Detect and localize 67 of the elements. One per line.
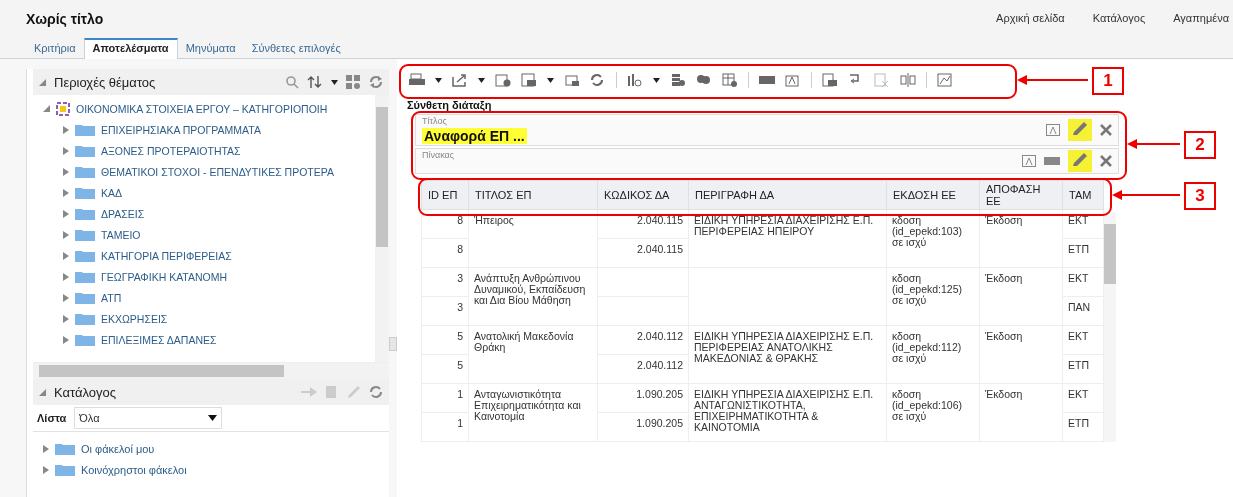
tab[interactable]: Σύνθετες επιλογές (243, 38, 349, 58)
table-cell: ΕΤΠ (1062, 238, 1104, 268)
table-cell: Ανάπτυξη Ανθρώπινου Δυναμικού, Εκπαίδευση και Δια Βίου Μάθηση (468, 267, 598, 326)
tree-item[interactable]: ΔΡΑΣΕΙΣ (101, 207, 145, 220)
table-cell: Έκδοση (979, 325, 1063, 384)
tree-item[interactable]: ΑΤΠ (101, 291, 122, 304)
tree-item[interactable]: ΑΞΟΝΕΣ ΠΡΟΤΕΡΑΙΟΤΗΤΑΣ (101, 144, 241, 157)
folder-item[interactable]: Οι φάκελοί μου (81, 442, 155, 455)
table-cell: ΕΙΔΙΚΗ ΥΠΗΡΕΣΙΑ ΔΙΑΧΕΙΡΙΣΗΣ Ε.Π. ΑΝΤΑΓΩΝΙΣΤΙΚΟΤΗΤΑ, ΕΠΙΧΕΙΡΗΜΑΤΙΚΟΤΗΤΑ & ΚΑΙΝΟΤΟΜΙΑ (688, 383, 887, 442)
table-cell: Έκδοση (979, 383, 1063, 442)
tree-item[interactable]: ΓΕΩΓΡΑΦΙΚΗ ΚΑΤΑΝΟΜΗ (101, 270, 228, 283)
table-cell: Ανταγωνιστικότητα Επιχειρηματικότητα και Καινοτομία (468, 383, 598, 442)
table-cell: Έκδοση (979, 267, 1063, 326)
tree-item[interactable]: ΕΚΧΩΡΗΣΕΙΣ (101, 312, 168, 325)
folder-item[interactable]: Κοινόχρηστοι φάκελοι (81, 463, 187, 476)
column-header[interactable]: ΤΑΜ (1062, 180, 1104, 210)
view-label: Τίτλος (422, 116, 448, 126)
table-cell: ΕΚΤ (1062, 383, 1104, 413)
column-header[interactable]: ΠΕΡΙΓΡΑΦΗ ΔΑ (688, 180, 887, 210)
table-cell: ΕΚΤ (1062, 267, 1104, 297)
table-cell: ΕΤΠ (1062, 354, 1104, 384)
tree-item[interactable]: ΚΑΔ (101, 186, 123, 199)
field-label: Λίστα (37, 412, 67, 424)
tab[interactable]: Κριτήρια (26, 38, 84, 58)
table-cell: Ανατολική Μακεδονία Θράκη (468, 325, 598, 384)
callout-number: 2 (1184, 130, 1216, 159)
table-cell: 1 (421, 383, 469, 413)
section-title: Σύνθετη διάταξη (407, 99, 493, 111)
column-header[interactable]: ID ΕΠ (421, 180, 469, 210)
table-cell: κδοση (id_epekd:106) σε ισχύ (886, 383, 980, 442)
tree-item[interactable]: ΤΑΜΕΙΟ (101, 228, 141, 241)
table-cell: 1.090.205 (597, 383, 689, 413)
table-cell: 5 (421, 325, 469, 355)
tree-item[interactable]: ΕΠΙΛΕΞΙΜΕΣ ΔΑΠΑΝΕΣ (101, 333, 217, 346)
column-header[interactable]: ΤΙΤΛΟΣ ΕΠ (468, 180, 598, 210)
tree-item[interactable]: ΚΑΤΗΓΟΡΙΑ ΠΕΡΙΦΕΡΕΙΑΣ (101, 249, 232, 262)
column-header[interactable]: ΑΠΟΦΑΣΗ ΕΕ (979, 180, 1063, 210)
table-cell: ΕΚΤ (1062, 325, 1104, 355)
view-label: Πίνακας (422, 150, 455, 160)
table-cell: ΕΤΠ (1062, 412, 1104, 442)
list-dropdown[interactable]: Όλα (74, 407, 223, 429)
tree-item[interactable]: ΘΕΜΑΤΙΚΟΙ ΣΤΟΧΟΙ - ΕΠΕΝΔΥΤΙΚΕΣ ΠΡΟΤΕΡΑ (101, 165, 334, 178)
table-cell: ΕΙΔΙΚΗ ΥΠΗΡΕΣΙΑ ΔΙΑΧΕΙΡΙΣΗΣ Ε.Π. ΠΕΡΙΦΕΡΕΙΑΣ ΑΝΑΤΟΛΙΚΗΣ ΜΑΚΕΔΟΝΙΑΣ & ΘΡΑΚΗΣ (688, 325, 887, 384)
table-cell: 8 (421, 238, 469, 268)
panel-title: Περιοχές θέματος (54, 74, 157, 90)
table-cell: 5 (421, 354, 469, 384)
report-title: Αναφορά ΕΠ ... (422, 128, 527, 144)
table-cell: κδοση (id_epekd:125) σε ισχύ (886, 267, 980, 326)
nav-link[interactable]: Κατάλογος (1092, 12, 1146, 24)
panel-title: Κατάλογος (54, 384, 118, 400)
table-cell: κδοση (id_epekd:112) σε ισχύ (886, 325, 980, 384)
tree-item[interactable]: ΕΠΙΧΕΙΡΗΣΙΑΚΑ ΠΡΟΓΡΑΜΜΑΤΑ (101, 123, 261, 136)
table-cell: 1 (421, 412, 469, 442)
nav-link[interactable]: Αγαπημένα (1173, 12, 1229, 24)
tree-item[interactable]: ΟΙΚΟΝΟΜΙΚΑ ΣΤΟΙΧΕΙΑ ΕΡΓΟΥ – ΚΑΤΗΓΟΡΙΟΠΟΙΗ (76, 102, 328, 115)
table-cell: 3 (421, 267, 469, 297)
table-cell: ΠΑΝ (1062, 296, 1104, 326)
column-header[interactable]: ΕΚΔΟΣΗ ΕΕ (886, 180, 980, 210)
callout-number: 3 (1184, 181, 1216, 210)
tab[interactable]: Αποτελέσματα (83, 38, 178, 59)
column-header[interactable]: ΚΩΔΙΚΟΣ ΔΑ (597, 180, 689, 210)
window-title: Χωρίς τίτλο (26, 11, 104, 27)
table-cell: 3 (421, 296, 469, 326)
tab[interactable]: Μηνύματα (177, 38, 244, 58)
callout-number: 1 (1092, 66, 1124, 95)
table-cell: 2.040.112 (597, 325, 689, 355)
nav-link[interactable]: Αρχική σελίδα (996, 12, 1065, 24)
